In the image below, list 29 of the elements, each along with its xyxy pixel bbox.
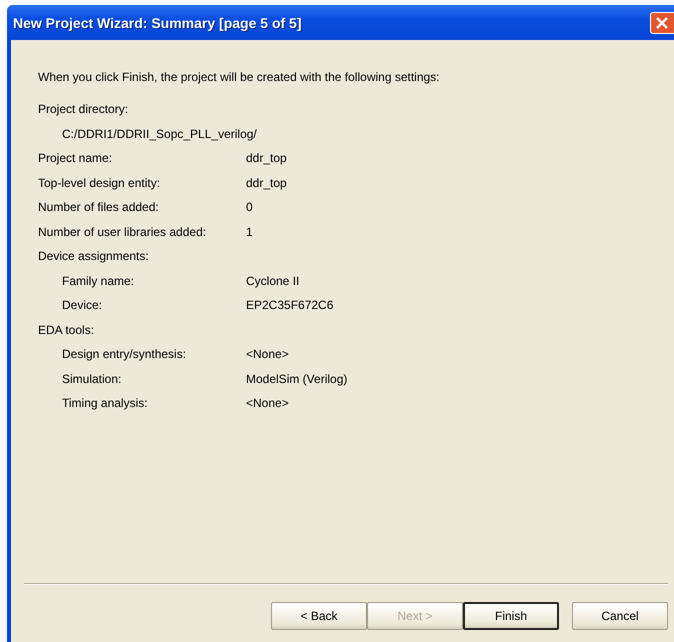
window-title: New Project Wizard: Summary [page 5 of 5] bbox=[13, 14, 302, 30]
setting-value: <None> bbox=[246, 396, 289, 410]
setting-value: C:/DDRI1/DDRII_Sopc_PLL_verilog/ bbox=[61, 126, 257, 141]
setting-value: <None> bbox=[246, 347, 289, 362]
setting-value: ModelSim (Verilog) bbox=[246, 372, 348, 386]
setting-label: Project name: bbox=[38, 151, 114, 166]
setting-value: 1 bbox=[246, 224, 253, 239]
wizard-button[interactable]: < Back bbox=[271, 602, 367, 630]
setting-value: Cyclone II bbox=[246, 274, 300, 288]
wizard-button[interactable]: Cancel bbox=[572, 602, 668, 630]
setting-label: Project directory: bbox=[38, 102, 130, 116]
setting-label: Number of files added: bbox=[38, 200, 160, 214]
setting-label: Family name: bbox=[61, 274, 136, 288]
setting-value: ddr_top bbox=[246, 176, 287, 190]
close-icon bbox=[655, 16, 669, 30]
intro-text: When you click Finish, the project will be created with the following settings: bbox=[37, 70, 441, 84]
close-button[interactable] bbox=[650, 12, 674, 34]
setting-label: Simulation: bbox=[61, 372, 122, 386]
wizard-button[interactable]: Finish bbox=[463, 602, 559, 630]
setting-label: Timing analysis: bbox=[61, 396, 149, 410]
setting-label: Number of user libraries added: bbox=[38, 224, 208, 239]
setting-label: Device assignments: bbox=[38, 249, 150, 264]
setting-label: Design entry/synthesis: bbox=[61, 347, 188, 362]
setting-value: ddr_top bbox=[246, 151, 287, 166]
setting-label: EDA tools: bbox=[38, 322, 96, 337]
setting-label: Top-level design entity: bbox=[38, 176, 162, 190]
setting-label: Device: bbox=[61, 298, 104, 312]
setting-value: 0 bbox=[246, 200, 253, 214]
setting-value: EP2C35F672C6 bbox=[246, 298, 334, 312]
